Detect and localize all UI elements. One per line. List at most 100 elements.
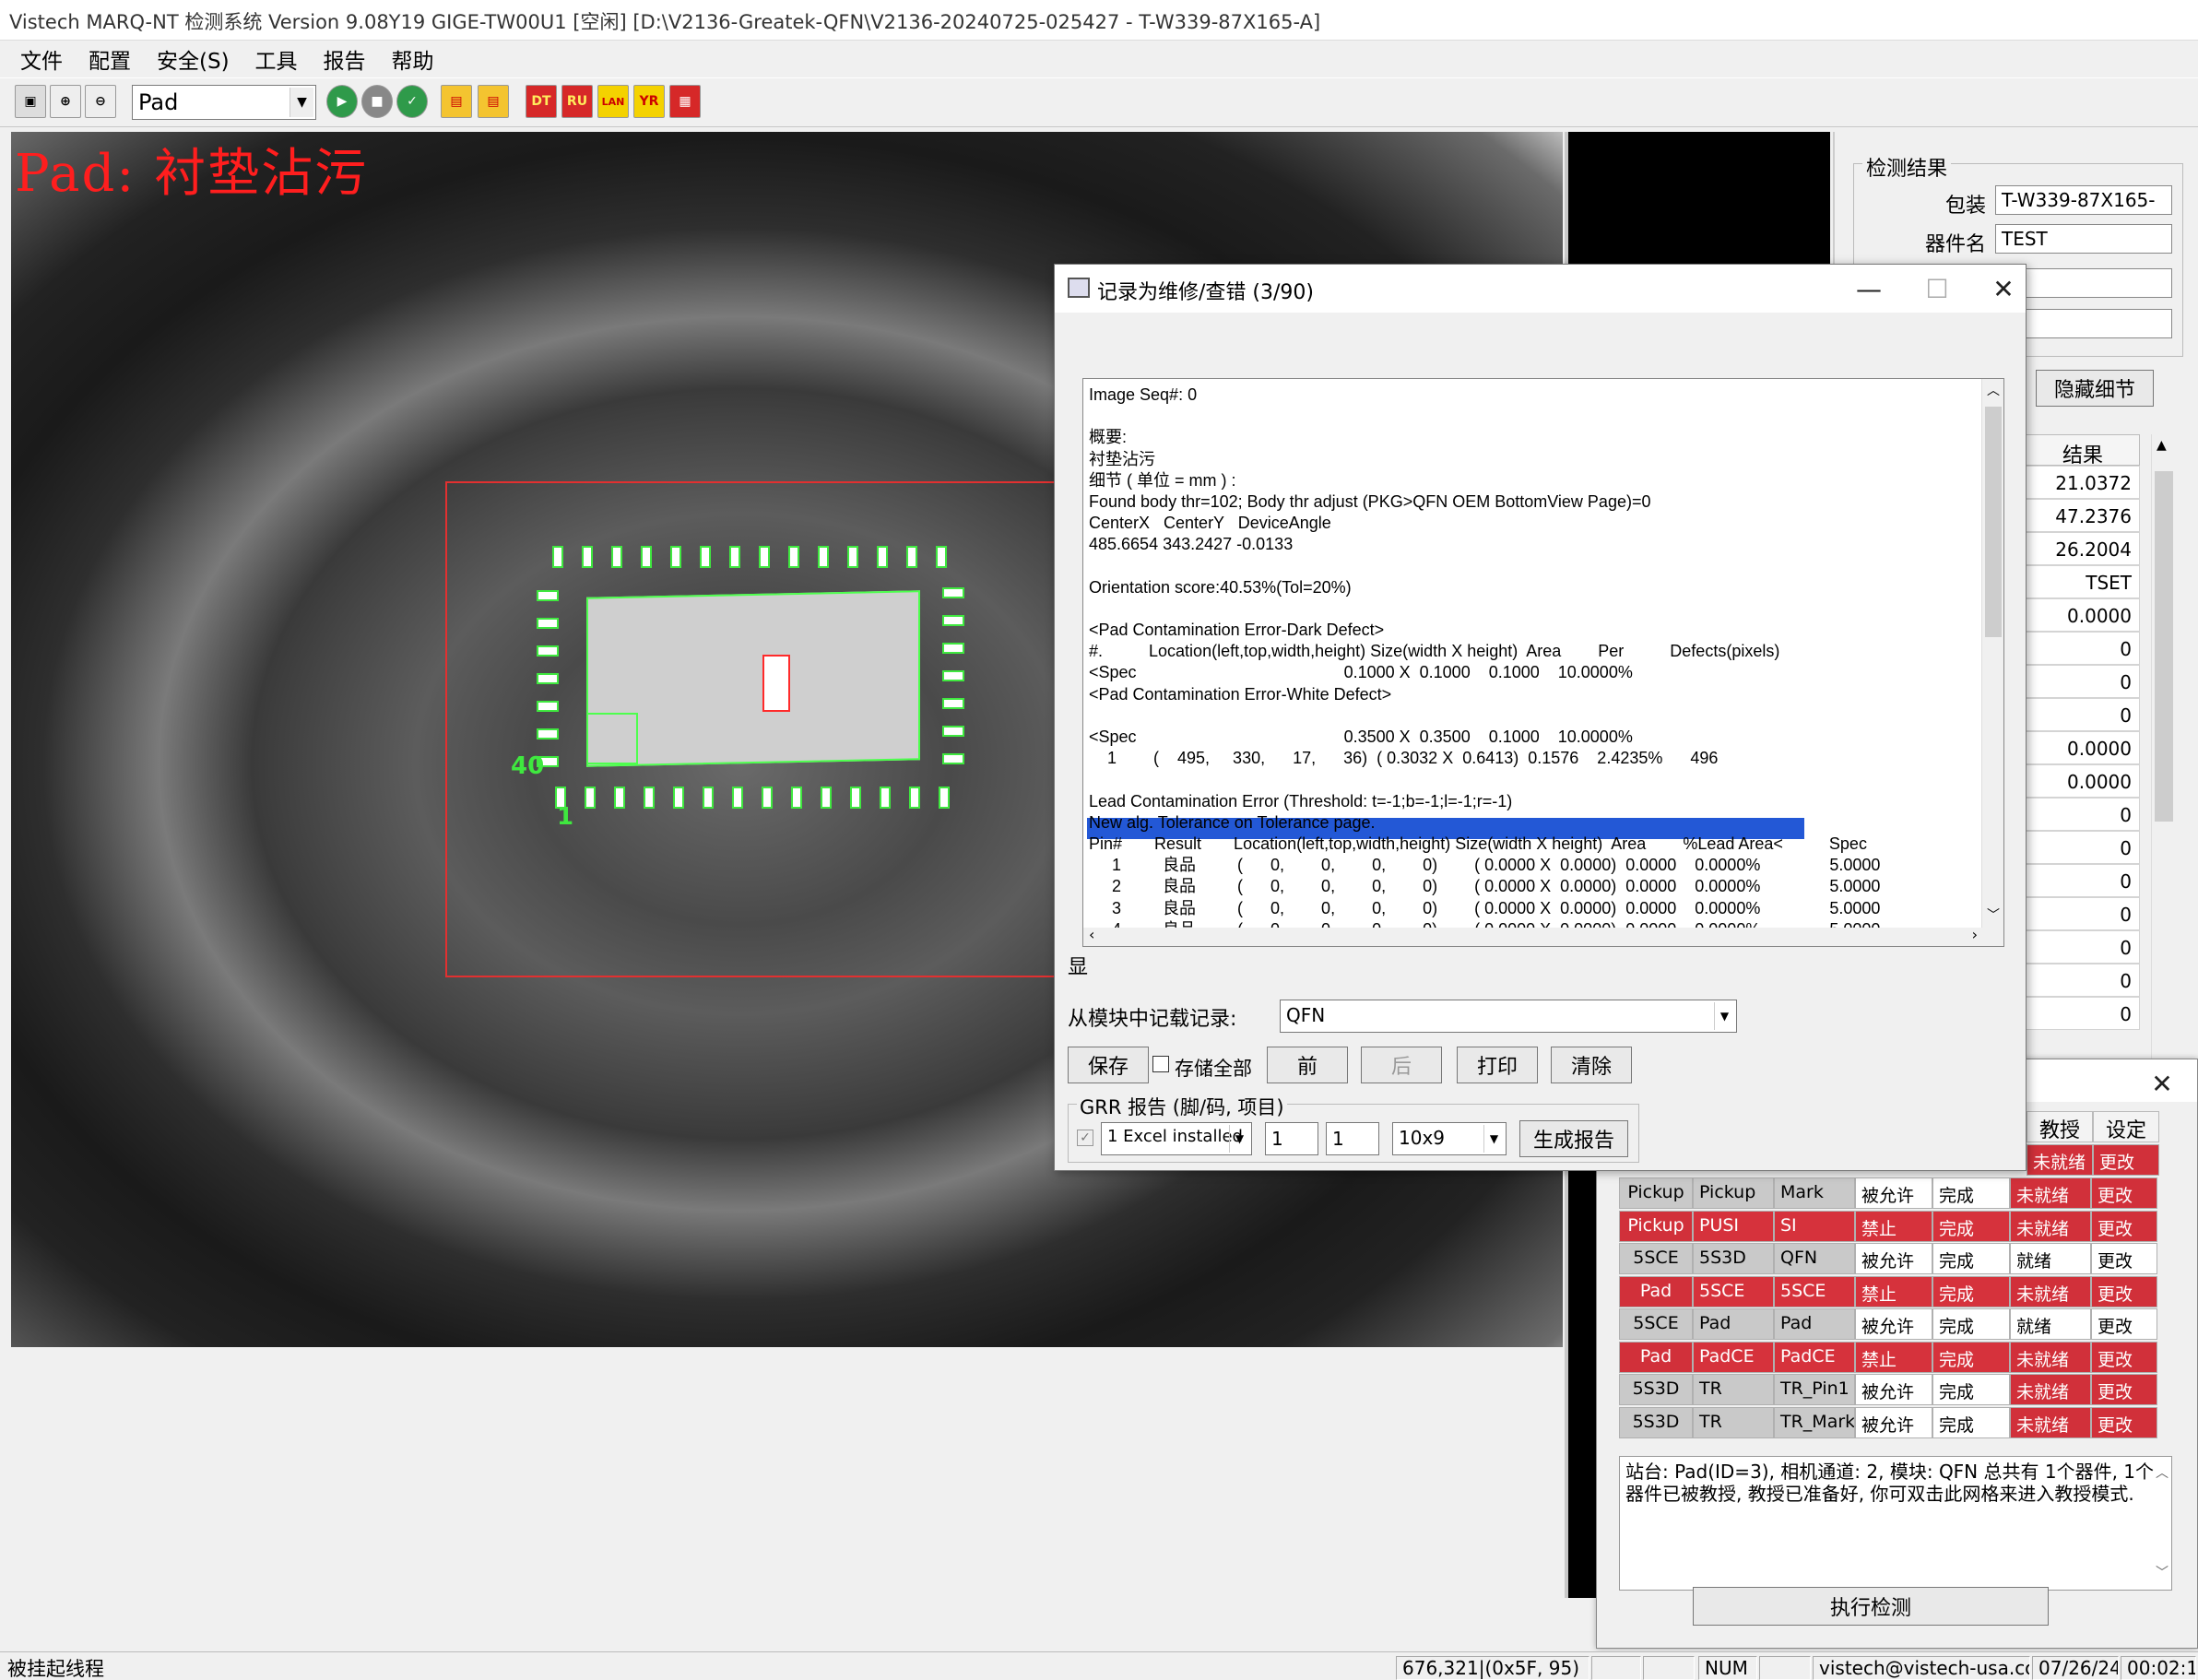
grid-cell[interactable]: PadCE (1693, 1341, 1774, 1373)
grr-field-2[interactable]: 1 (1326, 1122, 1379, 1155)
grid-cell[interactable]: 禁止 (1855, 1341, 1932, 1373)
log-scroll-thumb[interactable] (1985, 407, 2002, 637)
excel-select[interactable]: 1 Excel installed ▼ (1101, 1122, 1252, 1155)
grid-row[interactable]: Pickup PUSI SI 禁止 完成 未就绪 更改 (1619, 1210, 2157, 1243)
run-inspection-button[interactable]: 执行检测 (1693, 1587, 2049, 1626)
menu-report[interactable]: 报告 (313, 40, 377, 78)
grid-cell[interactable]: 未就绪 (2010, 1374, 2091, 1405)
grid-cell[interactable]: 未就绪 (2010, 1275, 2091, 1307)
grid-cell[interactable]: 禁止 (1855, 1210, 1932, 1242)
grid-row[interactable]: Pad 5SCE 5SCE 禁止 完成 未就绪 更改 (1619, 1275, 2157, 1308)
grid-cell[interactable]: 被允许 (1855, 1308, 1932, 1340)
grr-checkbox[interactable]: ✓ (1077, 1130, 1093, 1146)
grid-row[interactable]: 5S3D TR TR_Pin1 被允许 完成 未就绪 更改 (1619, 1374, 2157, 1406)
grid-row[interactable]: Pickup Pickup Mark 被允许 完成 未就绪 更改 (1619, 1177, 2157, 1210)
grid-cell[interactable]: PadCE (1774, 1341, 1855, 1373)
grid-cell[interactable]: Pad (1693, 1308, 1774, 1340)
scroll-thumb[interactable] (2155, 471, 2173, 822)
maximize-icon[interactable]: ☐ (1914, 270, 1960, 307)
grid-cell[interactable]: 5SCE (1619, 1243, 1693, 1274)
grid-cell[interactable]: 未就绪 (2010, 1406, 2091, 1438)
next-button[interactable]: 后 (1361, 1047, 1442, 1083)
grid-cell[interactable]: Pickup (1693, 1177, 1774, 1209)
grid-cell[interactable]: TR_Pin1 (1774, 1374, 1855, 1405)
grid-cell[interactable]: Pad (1619, 1275, 1693, 1307)
grid-cell[interactable]: 更改 (2091, 1275, 2157, 1307)
grid-cell[interactable]: 禁止 (1855, 1275, 1932, 1307)
menu-file[interactable]: 文件 (9, 40, 74, 78)
grid-cell[interactable]: 完成 (1932, 1374, 2010, 1405)
grr-field-1[interactable]: 1 (1265, 1122, 1318, 1155)
generate-report-button[interactable]: 生成报告 (1519, 1120, 1628, 1157)
grid-cell[interactable]: 5SCE (1693, 1275, 1774, 1307)
yr-button[interactable]: YR (633, 85, 665, 118)
first-row-teach[interactable]: 未就绪 (2027, 1144, 2093, 1176)
zoom-out-icon[interactable]: ⊖ (85, 85, 116, 118)
grid-cell[interactable]: 更改 (2091, 1308, 2157, 1340)
grid-cell[interactable]: TR (1693, 1374, 1774, 1405)
zoom-in-icon[interactable]: ⊕ (50, 85, 81, 118)
scroll-up-icon[interactable]: ︿ (1987, 381, 2000, 399)
grid-row[interactable]: 5SCE 5S3D QFN 被允许 完成 就绪 更改 (1619, 1243, 2157, 1275)
close-icon[interactable]: ✕ (1980, 270, 2027, 307)
grid-cell[interactable]: 完成 (1932, 1243, 2010, 1274)
status-scroll-up-icon[interactable]: ︿ (2156, 1463, 2168, 1482)
first-row-settings[interactable]: 更改 (2093, 1144, 2159, 1176)
station-select[interactable]: Pad ▼ (132, 85, 316, 120)
grid-row[interactable]: Pad PadCE PadCE 禁止 完成 未就绪 更改 (1619, 1341, 2157, 1374)
menu-help[interactable]: 帮助 (381, 40, 445, 78)
grid-cell[interactable]: Pickup (1619, 1210, 1693, 1242)
grid-cell[interactable]: 完成 (1932, 1341, 2010, 1373)
grid-cell[interactable]: 完成 (1932, 1275, 2010, 1307)
grid-cell[interactable]: SI (1774, 1210, 1855, 1242)
print-button[interactable]: 打印 (1457, 1047, 1538, 1083)
lan-button[interactable]: LAN (597, 85, 629, 118)
grid-cell[interactable]: 就绪 (2010, 1243, 2091, 1274)
minimize-icon[interactable]: — (1846, 270, 1892, 307)
grid-cell[interactable]: 被允许 (1855, 1374, 1932, 1405)
log-vscrollbar[interactable]: ︿ ﹀ (1981, 379, 2003, 946)
module-select[interactable]: QFN ▼ (1280, 1000, 1737, 1033)
grid-cell[interactable]: 完成 (1932, 1308, 2010, 1340)
grid-cell[interactable]: TR_Mark (1774, 1406, 1855, 1438)
close-icon[interactable]: ✕ (2139, 1065, 2185, 1102)
scroll-down-icon[interactable]: ﹀ (1987, 905, 2000, 924)
grid-cell[interactable]: PUSI (1693, 1210, 1774, 1242)
scroll-left-icon[interactable]: ‹ (1089, 926, 1094, 943)
grid-cell[interactable]: Pickup (1619, 1177, 1693, 1209)
log-hscrollbar[interactable]: ‹ › (1083, 926, 1983, 946)
grid-cell[interactable]: TR (1693, 1406, 1774, 1438)
grid-cell[interactable]: Pad (1774, 1308, 1855, 1340)
scroll-up-icon[interactable]: ▲ (2157, 438, 2167, 453)
grid-cell[interactable]: 被允许 (1855, 1177, 1932, 1209)
grid-icon[interactable]: ▦ (669, 85, 701, 118)
status-scroll-down-icon[interactable]: ﹀ (2156, 1563, 2168, 1581)
grid-cell[interactable]: 更改 (2091, 1177, 2157, 1209)
grid-cell[interactable]: Mark (1774, 1177, 1855, 1209)
grid-cell[interactable]: 未就绪 (2010, 1210, 2091, 1242)
grid-cell[interactable]: 完成 (1932, 1406, 2010, 1438)
grid-cell[interactable]: 更改 (2091, 1243, 2157, 1274)
prev-button[interactable]: 前 (1267, 1047, 1348, 1083)
folder-save-icon[interactable]: ▤ (478, 85, 509, 118)
grid-cell[interactable]: 完成 (1932, 1210, 2010, 1242)
menu-config[interactable]: 配置 (77, 40, 142, 78)
ru-button[interactable]: RU (561, 85, 593, 118)
test-icon[interactable]: ✓ (396, 85, 428, 118)
camera-icon[interactable]: ▣ (15, 85, 46, 118)
grid-row[interactable]: 5SCE Pad Pad 被允许 完成 就绪 更改 (1619, 1308, 2157, 1341)
grid-cell[interactable]: 5S3D (1619, 1374, 1693, 1405)
stop-icon[interactable]: ■ (361, 85, 393, 118)
grid-cell[interactable]: 就绪 (2010, 1308, 2091, 1340)
grid-cell[interactable]: 5SCE (1774, 1275, 1855, 1307)
grid-cell[interactable]: 更改 (2091, 1210, 2157, 1242)
dt-button[interactable]: DT (526, 85, 557, 118)
clear-button[interactable]: 清除 (1551, 1047, 1632, 1083)
grid-cell[interactable]: 更改 (2091, 1341, 2157, 1373)
grid-cell[interactable]: 更改 (2091, 1406, 2157, 1438)
folder-open-icon[interactable]: ▤ (441, 85, 472, 118)
grid-cell[interactable]: 完成 (1932, 1177, 2010, 1209)
grid-cell[interactable]: 未就绪 (2010, 1341, 2091, 1373)
save-all-checkbox[interactable] (1152, 1056, 1169, 1072)
run-icon[interactable]: ▶ (326, 85, 358, 118)
